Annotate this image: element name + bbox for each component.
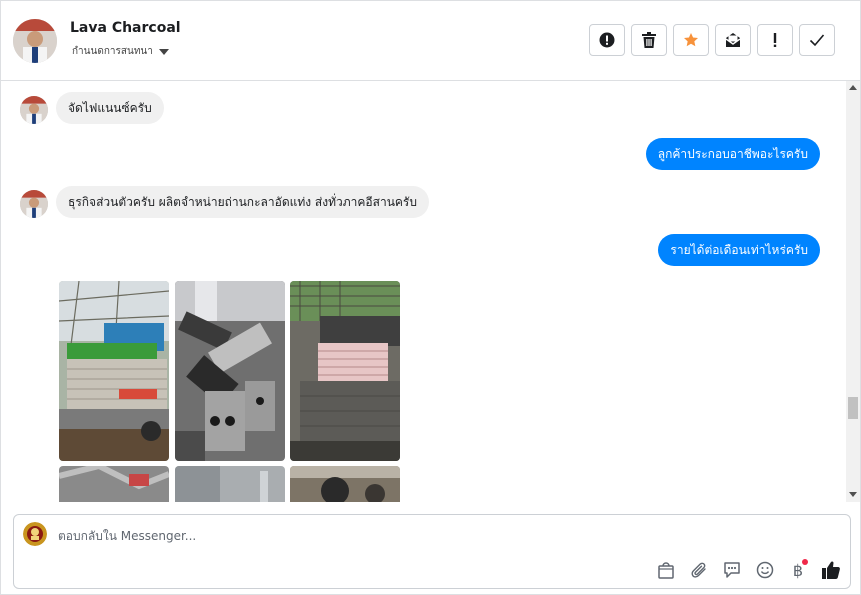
star-icon — [684, 33, 698, 47]
truck-loaded-photo[interactable] — [59, 281, 169, 461]
saved-replies-button[interactable] — [721, 559, 743, 581]
charcoal-briquettes-photo[interactable] — [175, 281, 285, 461]
conversation-header: Lava Charcoal กำนนดการสนทนา — [1, 1, 860, 81]
sender-avatar — [20, 190, 48, 218]
contact-avatar[interactable] — [13, 19, 57, 63]
important-button[interactable] — [757, 24, 793, 56]
header-actions — [589, 24, 835, 56]
message-bubble-incoming[interactable]: ธุรกิจส่วนตัวครับ ผลิตจำหน่ายถ่านกะลาอัด… — [56, 186, 429, 218]
scroll-up-arrow-icon[interactable] — [849, 85, 857, 90]
paperclip-icon — [691, 562, 706, 578]
page-avatar — [23, 522, 47, 546]
scroll-down-arrow-icon[interactable] — [849, 492, 857, 497]
bag-icon — [658, 562, 674, 579]
star-button[interactable] — [673, 24, 709, 56]
notification-dot — [802, 559, 808, 565]
thumbs-up-icon — [822, 561, 840, 579]
done-button[interactable] — [799, 24, 835, 56]
contact-name[interactable]: Lava Charcoal — [70, 20, 181, 36]
shop-bag-button[interactable] — [655, 559, 677, 581]
attach-file-button[interactable] — [688, 559, 710, 581]
composer-toolbar: ฿ — [655, 559, 842, 581]
reply-input[interactable] — [58, 527, 558, 545]
truck-bags-photo[interactable] — [290, 281, 400, 461]
message-scrollbar[interactable] — [846, 81, 860, 502]
emoji-icon — [756, 561, 774, 579]
sender-avatar — [20, 96, 48, 124]
message-list[interactable]: จัดไฟแนนซ์ครับ ลูกค้าประกอบอาชีพอะไรครับ… — [2, 81, 846, 502]
message-bubble-outgoing[interactable]: ลูกค้าประกอบอาชีพอะไรครับ — [645, 138, 820, 170]
caret-down-icon — [158, 48, 169, 55]
conversation-panel: Lava Charcoal กำนนดการสนทนา จัดไฟแนนซ์คร… — [0, 0, 861, 595]
photo-4[interactable] — [59, 466, 169, 502]
mark-unread-button[interactable] — [715, 24, 751, 56]
check-icon — [809, 34, 825, 47]
like-button[interactable] — [820, 559, 842, 581]
message-bubble-outgoing[interactable]: รายได้ต่อเดือนเท่าไหร่ครับ — [658, 234, 820, 266]
envelope-icon — [725, 33, 741, 47]
exclamation-icon — [773, 33, 777, 47]
report-button[interactable] — [589, 24, 625, 56]
saved-replies-icon — [724, 562, 740, 578]
message-bubble-incoming[interactable]: จัดไฟแนนซ์ครับ — [56, 92, 164, 124]
photo-6[interactable] — [290, 466, 400, 502]
scrollbar-thumb[interactable] — [848, 397, 858, 419]
conversation-status-dropdown[interactable]: กำนนดการสนทนา — [72, 44, 169, 59]
emoji-button[interactable] — [754, 559, 776, 581]
trash-icon — [642, 32, 656, 48]
alert-circle-icon — [599, 32, 615, 48]
reply-composer: ฿ — [13, 514, 851, 589]
photo-5[interactable] — [175, 466, 285, 502]
payment-button[interactable]: ฿ — [787, 559, 809, 581]
status-label: กำนนดการสนทนา — [72, 46, 153, 57]
delete-button[interactable] — [631, 24, 667, 56]
